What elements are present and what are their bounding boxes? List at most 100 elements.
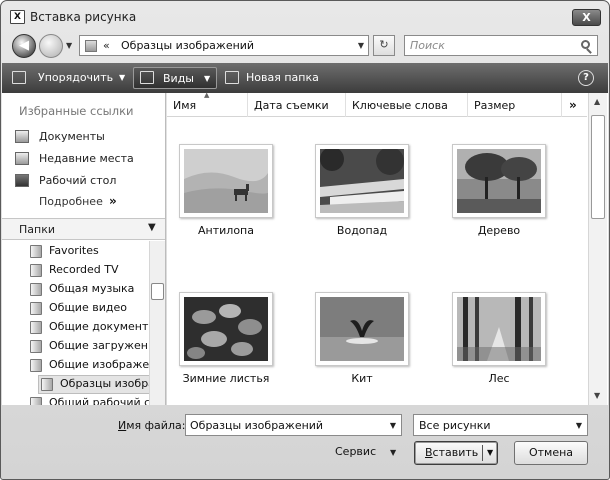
column-headers: Имя ▲ Дата съемки Ключевые слова Размер …: [167, 91, 587, 117]
thumbnail-frame: [452, 144, 546, 218]
thumbnail-frame: [315, 144, 409, 218]
file-item-whale[interactable]: Кит: [307, 292, 417, 397]
sort-ascending-icon: ▲: [204, 91, 210, 99]
tools-button[interactable]: Сервис: [335, 445, 376, 458]
column-header-size[interactable]: Размер: [468, 93, 562, 117]
chevron-down-icon[interactable]: ▼: [576, 421, 582, 430]
search-icon[interactable]: [581, 40, 590, 49]
search-placeholder: Поиск: [410, 39, 445, 52]
file-type-value: Все рисунки: [419, 419, 491, 432]
organize-icon: [12, 71, 26, 84]
breadcrumb-chevron[interactable]: «: [103, 39, 110, 52]
views-button[interactable]: Виды ▼: [133, 67, 217, 89]
insert-button[interactable]: Вставить ▼: [414, 441, 498, 465]
tree-item-label: Общая музыка: [49, 282, 135, 295]
file-item-winter-leaves[interactable]: Зимние листья: [171, 292, 281, 397]
waterfall-thumbnail: [320, 147, 404, 213]
tree-item-label: Общие видео: [49, 301, 127, 314]
organize-dropdown-icon[interactable]: ▼: [119, 73, 125, 82]
organize-button[interactable]: Упорядочить: [38, 71, 113, 84]
close-button[interactable]: X: [572, 9, 601, 26]
help-button[interactable]: ?: [578, 70, 594, 86]
file-item-waterfall[interactable]: Водопад: [307, 144, 417, 249]
thumbnail-frame: [315, 292, 409, 366]
folder-icon: [30, 245, 42, 258]
insert-options-dropdown-icon[interactable]: ▼: [487, 442, 493, 463]
tree-item-label: Образцы изображений: [60, 377, 149, 390]
title-bar[interactable]: X Вставка рисунка X: [1, 1, 609, 31]
file-name: Лес: [488, 372, 510, 385]
thumbnail-frame: [452, 292, 546, 366]
tree-thumbnail: [457, 149, 541, 213]
more-links-button[interactable]: Подробнее: [39, 195, 103, 208]
file-item-forest[interactable]: Лес: [444, 292, 554, 397]
favorite-link-label: Рабочий стол: [39, 174, 117, 187]
refresh-button[interactable]: ↻: [373, 35, 395, 56]
chevron-down-icon[interactable]: ▼: [390, 421, 396, 430]
column-header-keywords[interactable]: Ключевые слова: [346, 93, 468, 117]
folder-icon: [85, 40, 97, 52]
tree-item-label: Recorded TV: [49, 263, 119, 276]
forest-thumbnail: [457, 297, 541, 361]
filename-value: Образцы изображений: [190, 419, 324, 432]
antelope-thumbnail: [184, 149, 269, 213]
downloads-folder-icon: [30, 340, 42, 353]
favorite-link-label: Документы: [39, 130, 105, 143]
navigation-pane: Избранные ссылки Документы Недавние мест…: [2, 93, 166, 405]
column-header-date[interactable]: Дата съемки: [248, 93, 346, 117]
window-title: Вставка рисунка: [30, 10, 137, 24]
insert-picture-dialog: X Вставка рисунка X ◀ ▼ « Образцы изобра…: [0, 0, 610, 480]
folders-toggle[interactable]: Папки ▼: [2, 218, 165, 240]
recent-pages-dropdown[interactable]: ▼: [66, 41, 72, 50]
favorite-link-label: Недавние места: [39, 152, 134, 165]
address-dropdown-icon[interactable]: ▼: [358, 41, 364, 50]
search-input[interactable]: Поиск: [404, 35, 598, 56]
views-label: Виды: [163, 72, 194, 85]
tree-item-label: Favorites: [49, 244, 99, 257]
cancel-button[interactable]: Отмена: [514, 441, 588, 465]
arrow-left-icon: ◀: [19, 38, 29, 53]
breadcrumb-path[interactable]: Образцы изображений: [121, 39, 254, 52]
winter-leaves-thumbnail: [184, 297, 268, 361]
column-header-label: Имя: [173, 99, 197, 112]
file-name: Кит: [351, 372, 373, 385]
file-list: Имя ▲ Дата съемки Ключевые слова Размер …: [167, 91, 608, 405]
scrollbar-thumb[interactable]: [151, 283, 164, 300]
thumbnail-frame: [179, 292, 273, 366]
file-item-antelope[interactable]: Антилопа: [171, 144, 281, 249]
filename-label: Имя файла:: [118, 419, 186, 432]
filename-input[interactable]: Образцы изображений ▼: [185, 414, 402, 436]
forward-button[interactable]: [39, 34, 63, 58]
tree-item-label: Общие загруженные: [49, 339, 149, 352]
column-header-name[interactable]: Имя ▲: [167, 91, 248, 117]
views-dropdown-icon[interactable]: ▼: [204, 74, 210, 83]
folder-icon: [41, 378, 53, 391]
favorites-header: Избранные ссылки: [19, 104, 134, 118]
folders-header: Папки: [19, 223, 55, 236]
back-button[interactable]: ◀: [12, 34, 36, 58]
music-folder-icon: [30, 283, 42, 296]
scroll-down-icon[interactable]: ▼: [594, 391, 600, 400]
scroll-up-icon[interactable]: ▲: [594, 97, 600, 106]
column-header-label: Дата съемки: [254, 99, 329, 112]
tools-dropdown-icon[interactable]: ▼: [390, 448, 396, 457]
desktop-icon: [15, 174, 29, 187]
more-chevron-icon[interactable]: »: [109, 194, 117, 208]
folder-tree-scrollbar[interactable]: [149, 241, 165, 405]
folder-tree: Favorites Recorded TV Общая музыка Общие…: [2, 241, 149, 405]
scrollbar-thumb[interactable]: [591, 115, 605, 219]
file-item-tree[interactable]: Дерево: [444, 144, 554, 249]
new-folder-button[interactable]: Новая папка: [246, 71, 319, 84]
desktop-folder-icon: [30, 397, 42, 405]
column-header-label: Ключевые слова: [352, 99, 448, 112]
new-folder-icon: [225, 71, 239, 84]
app-icon: X: [10, 10, 25, 24]
file-list-scrollbar[interactable]: ▲ ▼: [588, 93, 607, 405]
thumbnail-frame: [179, 144, 273, 218]
more-columns-button[interactable]: »: [569, 98, 577, 112]
address-bar[interactable]: « Образцы изображений ▼: [79, 35, 369, 56]
file-type-filter[interactable]: Все рисунки ▼: [413, 414, 588, 436]
tree-item-label: Общие изображения: [49, 358, 149, 371]
tree-item-label: Общий рабочий стол: [49, 396, 149, 405]
insert-label: Вставить: [425, 446, 479, 459]
